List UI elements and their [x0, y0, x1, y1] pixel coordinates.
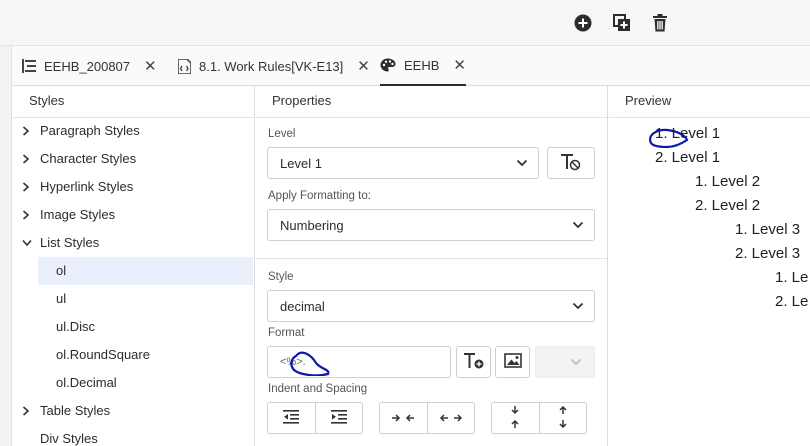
list-style-item-ol[interactable]: ol: [38, 257, 253, 285]
tab-label: EEHB: [404, 57, 440, 73]
list-style-item-ol-roundsquare[interactable]: ol.RoundSquare: [38, 341, 253, 369]
section-divider: [256, 258, 607, 259]
tree-item-label: Image Styles: [40, 207, 116, 222]
chevron-right-icon: [22, 182, 36, 192]
decrease-vertical-spacing-button[interactable]: [492, 403, 539, 433]
list-style-item-ul-disc[interactable]: ul.Disc: [38, 313, 253, 341]
preview-panel-header: Preview: [609, 86, 810, 118]
styles-panel-header: Styles: [13, 86, 254, 118]
format-label: Format: [268, 327, 305, 339]
tree-item-label: Character Styles: [40, 151, 137, 166]
document-code-icon: [178, 58, 191, 74]
arrows-vertical-outward-icon: [558, 405, 568, 431]
preview-line: 1. Level 2: [695, 173, 761, 190]
clear-formatting-button[interactable]: [547, 147, 595, 179]
palette-icon: [380, 58, 396, 72]
tree-item-label: Hyperlink Styles: [40, 179, 134, 194]
numbering-style-select[interactable]: decimal: [267, 290, 595, 322]
styles-panel-title: Styles: [29, 93, 65, 108]
vertical-spacing-button-group: [491, 402, 587, 434]
apply-formatting-value: Numbering: [280, 217, 344, 233]
tree-item-paragraph-styles[interactable]: Paragraph Styles: [22, 118, 140, 144]
close-icon[interactable]: ✕: [357, 57, 370, 75]
preview-line: 1. Level 3: [735, 221, 801, 238]
properties-panel-header: Properties: [256, 86, 607, 118]
preview-line: 2. Level 3: [735, 245, 801, 262]
decrease-horizontal-spacing-button[interactable]: [380, 403, 427, 433]
plus-circle-icon[interactable]: [572, 12, 594, 34]
tree-item-hyperlink-styles[interactable]: Hyperlink Styles: [22, 174, 133, 200]
tree-item-label: Div Styles: [40, 431, 98, 446]
preview-line: 2. Le: [775, 293, 809, 310]
clear-format-icon: [561, 153, 581, 174]
indent-spacing-label: Indent and Spacing: [268, 383, 368, 395]
increase-indent-button[interactable]: [314, 403, 363, 433]
tab-work-rules[interactable]: 8.1. Work Rules[VK-E13] ✕: [178, 46, 370, 86]
tab-label: EEHB_200807: [44, 58, 131, 74]
annotation-scribble: [290, 351, 330, 376]
chevron-down-icon: [22, 239, 36, 247]
copy-add-icon[interactable]: [611, 12, 633, 34]
list-style-item-ul[interactable]: ul: [38, 285, 253, 313]
indent-icon: [330, 409, 347, 427]
arrows-outward-icon: [439, 411, 462, 426]
preview-line: 1. Le: [775, 269, 809, 286]
preview-line: 2. Level 1: [655, 149, 721, 166]
chevron-right-icon: [22, 154, 36, 164]
close-icon[interactable]: ✕: [144, 57, 157, 75]
tab-eehb[interactable]: EEHB ✕: [380, 46, 466, 86]
document-tab-bar: EEHB_200807 ✕ 8.1. Work Rules[VK-E13] ✕ …: [12, 46, 810, 86]
properties-panel-title: Properties: [272, 93, 332, 108]
tree-item-div-styles[interactable]: Div Styles: [40, 426, 98, 446]
decrease-indent-button[interactable]: [268, 403, 315, 433]
numbering-style-value: decimal: [280, 298, 325, 314]
chevron-down-icon: [516, 157, 528, 172]
insert-image-button[interactable]: [495, 346, 530, 378]
increase-vertical-spacing-button[interactable]: [538, 403, 587, 433]
increase-horizontal-spacing-button[interactable]: [426, 403, 475, 433]
arrows-vertical-inward-icon: [510, 405, 520, 431]
tab-eehb-200807[interactable]: EEHB_200807 ✕: [22, 46, 157, 86]
trash-icon[interactable]: [649, 12, 671, 34]
style-label: Style: [268, 271, 294, 283]
text-add-icon: [463, 352, 484, 373]
image-select-disabled: [535, 346, 595, 378]
indent-button-group: [267, 402, 363, 434]
tree-item-list-styles[interactable]: List Styles: [22, 230, 99, 256]
tree-item-table-styles[interactable]: Table Styles: [22, 398, 110, 424]
chevron-down-icon: [572, 219, 584, 234]
level-value: Level 1: [280, 155, 322, 171]
tree-item-label: List Styles: [40, 235, 100, 250]
apply-formatting-select[interactable]: Numbering: [267, 209, 595, 241]
preview-line: 2. Level 2: [695, 197, 761, 214]
image-icon: [503, 353, 522, 371]
tree-item-character-styles[interactable]: Character Styles: [22, 146, 136, 172]
chevron-right-icon: [22, 210, 36, 220]
tree-item-label: Table Styles: [40, 403, 111, 418]
document-lines-icon: [22, 59, 36, 73]
apply-formatting-label: Apply Formatting to:: [268, 190, 371, 202]
list-style-item-ol-decimal[interactable]: ol.Decimal: [38, 369, 253, 397]
panel-divider: [254, 86, 255, 446]
preview-panel-title: Preview: [625, 93, 672, 108]
preview-area: 1. Level 1 2. Level 1 1. Level 2 2. Leve…: [608, 119, 810, 446]
chevron-right-icon: [22, 406, 36, 416]
horizontal-spacing-button-group: [379, 402, 475, 434]
chevron-down-icon: [572, 300, 584, 315]
outdent-icon: [283, 409, 300, 427]
insert-format-text-button[interactable]: [456, 346, 491, 378]
level-label: Level: [268, 128, 296, 140]
chevron-down-icon: [570, 356, 582, 371]
tab-label: 8.1. Work Rules[VK-E13]: [199, 58, 344, 74]
annotation-scribble: [649, 128, 689, 149]
level-select[interactable]: Level 1: [267, 147, 539, 179]
close-icon[interactable]: ✕: [453, 56, 466, 74]
tree-item-label: Paragraph Styles: [40, 123, 140, 138]
arrows-inward-icon: [392, 411, 415, 426]
left-gutter: [0, 46, 12, 446]
chevron-right-icon: [22, 126, 36, 136]
top-toolbar: [0, 0, 810, 46]
tree-item-image-styles[interactable]: Image Styles: [22, 202, 115, 228]
